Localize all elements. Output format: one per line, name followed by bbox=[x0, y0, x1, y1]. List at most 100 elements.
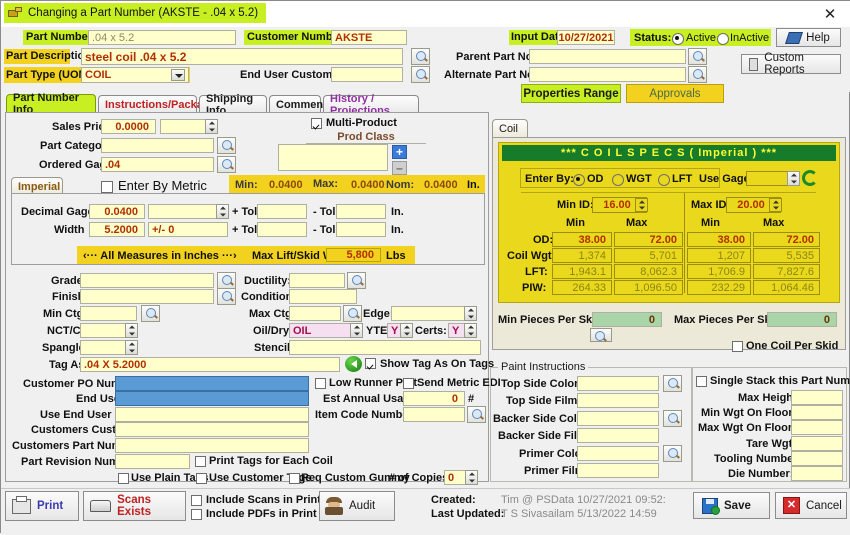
nct-ct-stepper[interactable] bbox=[125, 323, 138, 338]
customer-number-input[interactable]: AKSTE bbox=[331, 30, 407, 45]
approvals-button[interactable]: Approvals bbox=[626, 84, 724, 103]
prod-class-add-button[interactable]: + bbox=[392, 145, 407, 159]
ductility-search-icon[interactable] bbox=[347, 272, 366, 289]
width-input[interactable]: 5.2000 bbox=[89, 222, 145, 237]
backer-side-color-search-icon[interactable] bbox=[663, 410, 682, 427]
spangle-stepper[interactable] bbox=[125, 340, 138, 355]
max-pieces-input[interactable]: 0 bbox=[767, 312, 837, 327]
alternate-part-input[interactable] bbox=[529, 67, 686, 82]
certs-stepper[interactable] bbox=[464, 323, 477, 338]
custom-reports-button[interactable]: Custom Reports bbox=[741, 52, 841, 76]
back-arrow-icon[interactable] bbox=[345, 356, 362, 372]
tab-part-number-info[interactable]: Part Number Info bbox=[6, 92, 96, 116]
customers-cust-po-input[interactable] bbox=[115, 422, 309, 437]
properties-range-button[interactable]: Properties Range bbox=[521, 84, 621, 103]
max-id-stepper[interactable] bbox=[769, 198, 782, 212]
sales-price-uom-stepper[interactable] bbox=[205, 119, 218, 134]
status-active-radio[interactable] bbox=[672, 33, 684, 45]
enter-by-od-radio[interactable] bbox=[573, 174, 585, 186]
sales-price-uom-select[interactable] bbox=[160, 119, 206, 134]
audit-button[interactable]: Audit bbox=[319, 491, 395, 521]
decimal-gage-input[interactable]: 0.0400 bbox=[89, 204, 145, 219]
max-height-input[interactable] bbox=[791, 390, 843, 405]
coil-tab[interactable]: Coil bbox=[492, 119, 528, 138]
finish-input[interactable] bbox=[80, 289, 214, 304]
stencil-input[interactable] bbox=[289, 340, 481, 355]
oil-dry-stepper[interactable] bbox=[350, 323, 363, 338]
backer-side-film-input[interactable] bbox=[577, 428, 659, 443]
enter-by-metric-checkbox[interactable] bbox=[101, 181, 113, 193]
help-button[interactable]: Help bbox=[776, 28, 841, 47]
copies-stepper[interactable] bbox=[465, 470, 478, 485]
od-left-max[interactable]: 72.00 bbox=[614, 232, 683, 247]
print-tags-each-coil-checkbox[interactable] bbox=[195, 456, 206, 467]
decimal-plus-tol-input[interactable] bbox=[257, 204, 307, 219]
od-right-max[interactable]: 72.00 bbox=[753, 232, 820, 247]
finish-search-icon[interactable] bbox=[217, 288, 236, 305]
print-button[interactable]: Print bbox=[5, 491, 79, 521]
status-inactive-radio[interactable] bbox=[717, 33, 729, 45]
min-id-stepper[interactable] bbox=[635, 198, 648, 212]
part-description-search-icon[interactable] bbox=[411, 48, 430, 65]
top-side-film-input[interactable] bbox=[577, 393, 659, 408]
parent-part-input[interactable] bbox=[529, 49, 686, 64]
max-ctg-input[interactable] bbox=[289, 306, 341, 321]
include-pdfs-checkbox[interactable] bbox=[191, 509, 202, 520]
decimal-minus-tol-input[interactable] bbox=[336, 204, 386, 219]
primer-color-search-icon[interactable] bbox=[663, 445, 682, 462]
width-plus-tol-input[interactable] bbox=[257, 222, 307, 237]
od-left-min[interactable]: 38.00 bbox=[552, 232, 612, 247]
part-category-input[interactable] bbox=[101, 138, 214, 153]
refresh-icon[interactable] bbox=[802, 170, 818, 186]
top-side-color-input[interactable] bbox=[577, 376, 659, 391]
width-minus-tol-input[interactable] bbox=[336, 222, 386, 237]
item-code-input[interactable] bbox=[403, 407, 465, 422]
customers-part-number-input[interactable] bbox=[115, 438, 309, 453]
tag-as-input[interactable]: .04 X 5.2000 bbox=[80, 357, 340, 372]
part-number-input[interactable]: .04 x 5.2 bbox=[88, 30, 236, 45]
max-wgt-floor-input[interactable] bbox=[791, 420, 843, 435]
alternate-part-search-icon[interactable] bbox=[688, 66, 707, 83]
yte-stepper[interactable] bbox=[400, 323, 413, 338]
use-gage-stepper[interactable] bbox=[787, 171, 800, 186]
backer-side-color-input[interactable] bbox=[577, 411, 659, 426]
input-date-input[interactable]: 10/27/2021 bbox=[557, 30, 615, 45]
one-coil-per-skid-checkbox[interactable] bbox=[732, 341, 743, 352]
use-end-user-po-input[interactable] bbox=[115, 407, 309, 422]
ordered-gage-search-icon[interactable] bbox=[217, 156, 236, 173]
send-metric-edi-checkbox[interactable] bbox=[403, 378, 414, 389]
end-user-customer-input[interactable] bbox=[331, 67, 403, 82]
item-code-search-icon[interactable] bbox=[467, 406, 486, 423]
top-side-color-search-icon[interactable] bbox=[663, 375, 682, 392]
max-ctg-search-icon[interactable] bbox=[343, 305, 362, 322]
min-ctg-input[interactable] bbox=[80, 306, 137, 321]
save-button[interactable]: Save bbox=[693, 492, 770, 519]
primer-film-input[interactable] bbox=[577, 463, 659, 478]
enter-by-lft-radio[interactable] bbox=[658, 174, 670, 186]
customer-po-input[interactable] bbox=[115, 376, 309, 391]
pieces-per-skid-search-icon[interactable] bbox=[590, 328, 612, 342]
prod-class-list[interactable] bbox=[278, 144, 388, 171]
use-plain-tags-checkbox[interactable] bbox=[118, 473, 129, 484]
show-tag-as-checkbox[interactable] bbox=[365, 358, 376, 369]
part-description-input[interactable]: steel coil .04 x 5.2 bbox=[81, 48, 403, 65]
die-number-input[interactable] bbox=[791, 466, 843, 481]
enter-by-wgt-radio[interactable] bbox=[612, 174, 624, 186]
primer-color-input[interactable] bbox=[577, 446, 659, 461]
end-user-customer-search-icon[interactable] bbox=[411, 66, 430, 83]
sales-price-input[interactable]: 0.0000 bbox=[101, 119, 156, 134]
part-type-chevron-down-icon[interactable] bbox=[171, 69, 185, 81]
condition-input[interactable] bbox=[289, 289, 357, 304]
req-custom-gummy-checkbox[interactable] bbox=[289, 473, 300, 484]
est-annual-usage-input[interactable]: 0 bbox=[403, 391, 465, 406]
tare-wgt-input[interactable] bbox=[791, 436, 843, 451]
min-ctg-search-icon[interactable] bbox=[141, 305, 160, 322]
ordered-gage-input[interactable]: .04 bbox=[101, 157, 214, 172]
edge-stepper[interactable] bbox=[464, 306, 477, 321]
ductility-input[interactable] bbox=[289, 273, 345, 288]
single-stack-checkbox[interactable] bbox=[696, 376, 707, 387]
tooling-number-input[interactable] bbox=[791, 451, 843, 466]
multi-product-checkbox[interactable] bbox=[311, 118, 322, 129]
width-tol-select[interactable]: +/- 0 bbox=[148, 222, 228, 237]
part-revision-input[interactable] bbox=[115, 454, 190, 469]
